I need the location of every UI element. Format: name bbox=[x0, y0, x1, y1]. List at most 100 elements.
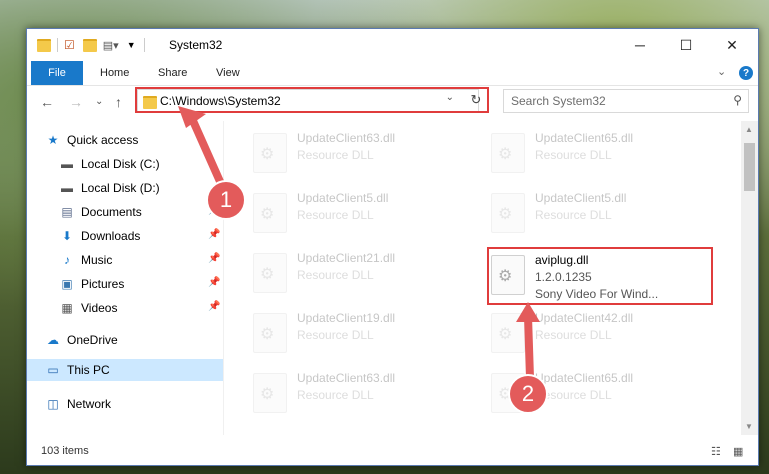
computer-icon: ▭ bbox=[47, 363, 59, 377]
file-description: Resource DLL bbox=[535, 208, 612, 222]
drive-icon: ▬ bbox=[61, 181, 73, 195]
file-name: UpdateClient63.dll bbox=[297, 371, 396, 385]
sidebar-item-local-disk-c[interactable]: ▬ Local Disk (C:) bbox=[59, 153, 160, 175]
step-marker-2: 2 bbox=[508, 374, 548, 414]
large-icons-view-icon[interactable]: ▦ bbox=[733, 445, 743, 458]
help-icon[interactable]: ? bbox=[739, 66, 753, 80]
file-description: Resource DLL bbox=[297, 268, 374, 282]
minimize-button[interactable]: ─ bbox=[617, 29, 663, 61]
sidebar-item-videos[interactable]: ▦ Videos bbox=[59, 297, 117, 319]
videos-icon: ▦ bbox=[61, 301, 73, 315]
pin-icon[interactable]: 📌 bbox=[208, 301, 220, 312]
pin-icon[interactable]: 📌 bbox=[208, 277, 220, 288]
list-item[interactable]: UpdateClient65.dll Resource DLL bbox=[487, 127, 717, 179]
sidebar-item-music[interactable]: ♪ Music bbox=[59, 249, 112, 271]
details-view-icon[interactable]: ☷ bbox=[711, 445, 721, 458]
search-placeholder: Search System32 bbox=[511, 94, 606, 108]
title-bar: ☑ ▤▾ ▼ System32 ─ ☐ ✕ bbox=[27, 29, 758, 61]
tab-file[interactable]: File bbox=[31, 61, 83, 85]
search-icon[interactable]: ⚲ bbox=[733, 93, 742, 107]
window-title: System32 bbox=[169, 38, 223, 52]
dll-file-icon bbox=[253, 313, 287, 353]
scrollbar-thumb[interactable] bbox=[744, 143, 755, 191]
document-icon: ▤ bbox=[61, 205, 73, 219]
pin-icon[interactable]: 📌 bbox=[208, 253, 220, 264]
list-item[interactable]: UpdateClient21.dll Resource DLL bbox=[249, 247, 479, 299]
tab-view[interactable]: View bbox=[216, 61, 240, 85]
dll-file-icon bbox=[491, 133, 525, 173]
file-description: Resource DLL bbox=[535, 328, 612, 342]
file-name: UpdateClient21.dll bbox=[297, 251, 396, 265]
music-icon: ♪ bbox=[64, 253, 70, 267]
file-description: Resource DLL bbox=[297, 388, 374, 402]
list-item[interactable]: UpdateClient5.dll Resource DLL bbox=[249, 187, 479, 239]
expand-ribbon-icon[interactable]: ⌄ bbox=[717, 65, 726, 78]
pictures-icon: ▣ bbox=[61, 277, 73, 291]
pin-icon[interactable]: 📌 bbox=[208, 229, 220, 240]
sidebar-item-downloads[interactable]: ⬇ Downloads bbox=[59, 225, 140, 247]
list-item[interactable]: UpdateClient63.dll Resource DLL bbox=[249, 367, 479, 419]
list-item[interactable]: UpdateClient63.dll Resource DLL bbox=[249, 127, 479, 179]
sidebar-item-this-pc[interactable]: ▭ This PC bbox=[27, 359, 223, 381]
sidebar-item-local-disk-d[interactable]: ▬ Local Disk (D:) bbox=[59, 177, 160, 199]
file-description: Resource DLL bbox=[297, 328, 374, 342]
dll-file-icon bbox=[253, 133, 287, 173]
sidebar-item-label: This PC bbox=[67, 363, 110, 377]
scroll-down-icon[interactable]: ▼ bbox=[745, 422, 753, 431]
maximize-button[interactable]: ☐ bbox=[663, 29, 709, 61]
file-name: UpdateClient5.dll bbox=[535, 191, 627, 205]
tab-share[interactable]: Share bbox=[158, 61, 187, 85]
close-button[interactable]: ✕ bbox=[709, 29, 755, 61]
divider bbox=[143, 38, 145, 52]
folder-icon[interactable] bbox=[37, 38, 51, 52]
up-button[interactable]: ↑ bbox=[115, 94, 122, 110]
sidebar-item-label: OneDrive bbox=[67, 333, 118, 347]
sidebar-item-label: Videos bbox=[81, 301, 118, 315]
tab-home[interactable]: Home bbox=[100, 61, 129, 85]
file-name: UpdateClient65.dll bbox=[535, 131, 634, 145]
star-icon: ★ bbox=[47, 133, 59, 147]
sidebar-item-network[interactable]: ◫ Network bbox=[45, 393, 111, 415]
sidebar-item-label: Local Disk (C:) bbox=[81, 157, 160, 171]
list-item[interactable]: UpdateClient42.dll Resource DLL bbox=[487, 307, 717, 359]
dropdown-icon[interactable]: ▼ bbox=[127, 40, 136, 50]
properties-icon[interactable]: ☑ bbox=[64, 38, 75, 52]
list-item[interactable]: UpdateClient5.dll Resource DLL bbox=[487, 187, 717, 239]
dll-file-icon bbox=[253, 253, 287, 293]
list-item[interactable]: UpdateClient19.dll Resource DLL bbox=[249, 307, 479, 359]
sidebar-item-documents[interactable]: ▤ Documents bbox=[59, 201, 141, 223]
file-description: Resource DLL bbox=[297, 148, 374, 162]
divider bbox=[57, 38, 58, 52]
explorer-window: ☑ ▤▾ ▼ System32 ─ ☐ ✕ File Home Share Vi… bbox=[26, 28, 759, 466]
sidebar-item-label: Downloads bbox=[81, 229, 141, 243]
dll-file-icon bbox=[253, 373, 287, 413]
recent-locations-button[interactable]: ⌄ bbox=[95, 96, 103, 107]
address-highlight-box bbox=[135, 87, 489, 113]
search-input[interactable]: Search System32 ⚲ bbox=[503, 89, 749, 113]
step-marker-1: 1 bbox=[206, 180, 246, 220]
sidebar-item-pictures[interactable]: ▣ Pictures bbox=[59, 273, 124, 295]
dll-file-icon bbox=[491, 313, 525, 353]
vertical-scrollbar[interactable]: ▲ ▼ bbox=[741, 121, 758, 435]
file-name: UpdateClient63.dll bbox=[297, 131, 396, 145]
forward-button[interactable]: → bbox=[69, 94, 83, 110]
dll-file-icon bbox=[491, 193, 525, 233]
sidebar-item-quick-access[interactable]: ★ Quick access bbox=[45, 129, 139, 151]
sidebar-item-label: Network bbox=[67, 397, 112, 411]
navigation-bar: ← → ⌄ ↑ C:\Windows\System32 ⌄ ↻ Search S… bbox=[27, 86, 758, 118]
back-button[interactable]: ← bbox=[40, 94, 54, 110]
customize-toolbar-icon[interactable]: ▤▾ bbox=[103, 39, 119, 52]
scroll-up-icon[interactable]: ▲ bbox=[745, 125, 753, 134]
sidebar-item-label: Quick access bbox=[67, 133, 139, 147]
file-description: Resource DLL bbox=[535, 148, 612, 162]
new-folder-icon[interactable] bbox=[82, 38, 97, 52]
sidebar-item-onedrive[interactable]: ☁ OneDrive bbox=[45, 329, 118, 351]
file-name: UpdateClient42.dll bbox=[535, 311, 634, 325]
navigation-pane: ★ Quick access ▬ Local Disk (C:) ▬ Local… bbox=[27, 121, 223, 435]
status-bar: 103 items ☷ ▦ bbox=[27, 441, 758, 463]
quick-access-toolbar: ☑ ▤▾ ▼ bbox=[37, 37, 145, 53]
download-icon: ⬇ bbox=[61, 229, 73, 243]
file-name: UpdateClient65.dll bbox=[535, 371, 634, 385]
sidebar-item-label: Pictures bbox=[81, 277, 125, 291]
sidebar-item-label: Local Disk (D:) bbox=[81, 181, 160, 195]
